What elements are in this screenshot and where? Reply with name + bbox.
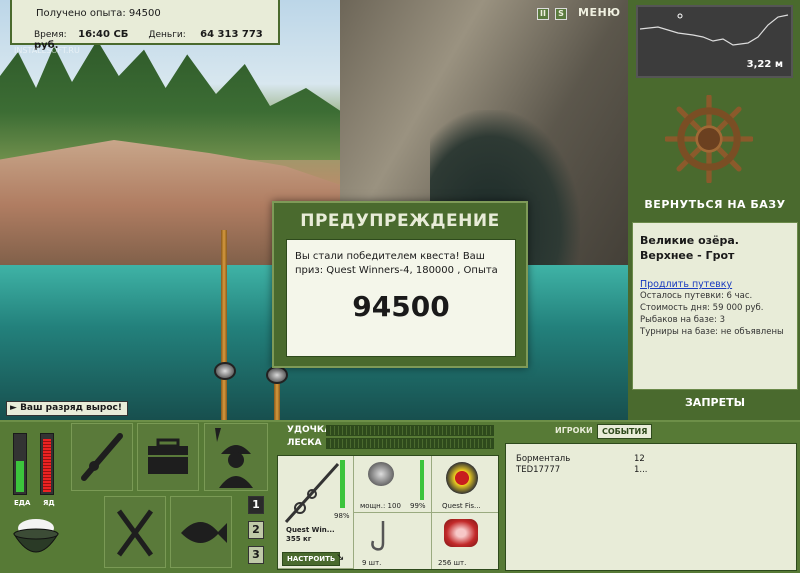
meat-bait-icon bbox=[444, 519, 478, 547]
reel-item-icon bbox=[368, 462, 394, 486]
tackle-box-button[interactable] bbox=[137, 423, 199, 491]
fisherman-icon bbox=[215, 428, 253, 488]
watermark: INSTALLSOFT.RU bbox=[14, 46, 80, 55]
warning-dialog[interactable]: ПРЕДУПРЕЖДЕНИЕ Вы стали победителем квес… bbox=[272, 201, 528, 368]
poison-meter-fill bbox=[43, 438, 51, 492]
bait-slot[interactable]: 256 шт. bbox=[432, 513, 498, 569]
rod-name: Quest Win... bbox=[286, 526, 335, 534]
food-meter-fill bbox=[16, 461, 24, 492]
food-meter bbox=[13, 433, 27, 495]
return-to-base-button[interactable]: ВЕРНУТЬСЯ НА БАЗУ bbox=[630, 198, 800, 211]
food-label: ЕДА bbox=[14, 499, 31, 507]
reel-condition-bar bbox=[420, 460, 424, 500]
location-name: Великие озёра. Верхнее - Грот bbox=[640, 234, 739, 262]
reel-percent: 99% bbox=[410, 502, 426, 510]
line-slot[interactable]: Quest Fis... bbox=[432, 456, 498, 513]
permit-remaining: Осталось путевки: 6 час. bbox=[640, 291, 753, 301]
rod-bar-label: УДОЧКА bbox=[287, 425, 332, 435]
fish-cage-button[interactable] bbox=[170, 496, 232, 568]
reel-icon bbox=[266, 366, 288, 384]
rod-tension-bar bbox=[326, 425, 494, 436]
forest bbox=[0, 40, 360, 160]
list-item[interactable]: Борменталь 12 bbox=[516, 454, 786, 465]
depth-value: 3,22 м bbox=[746, 59, 783, 70]
fish-icon bbox=[181, 522, 227, 543]
event-value: 1... bbox=[634, 465, 648, 475]
ship-wheel-icon[interactable] bbox=[665, 95, 753, 183]
reel-icon bbox=[214, 362, 236, 380]
dialog-message: Вы стали победителем квеста! Ваш приз: Q… bbox=[295, 251, 498, 276]
time-value: 16:40 СБ bbox=[78, 29, 129, 40]
rods-button[interactable] bbox=[71, 423, 133, 491]
line-name: Quest Fis... bbox=[442, 502, 481, 510]
rod-percent: 98% bbox=[334, 512, 350, 520]
money-label: Деньги: bbox=[148, 30, 186, 40]
setup-button[interactable]: НАСТРОИТЬ bbox=[282, 552, 341, 566]
rank-up-text: Ваш разряд вырос! bbox=[20, 403, 122, 413]
bait-count: 256 шт. bbox=[438, 559, 467, 567]
character-button[interactable] bbox=[204, 423, 268, 491]
player-info-bar: Получено опыта: 94500 Время: 16:40 СБ Де… bbox=[10, 0, 280, 51]
rod-icon bbox=[81, 433, 123, 481]
slot-1-button[interactable]: 1 bbox=[248, 496, 264, 514]
fork-knife-icon bbox=[116, 509, 154, 557]
tab-events[interactable]: СОБЫТИЯ bbox=[597, 424, 653, 439]
extend-permit-link[interactable]: Продлить путевку bbox=[640, 279, 790, 290]
rod-slot[interactable]: 98% Quest Win... 355 кг НАСТРОИТЬ ↘ bbox=[278, 456, 354, 569]
events-list: Борменталь 12 TED17777 1... bbox=[505, 443, 797, 571]
rod-rig-icon bbox=[284, 462, 340, 524]
tackle-box-icon bbox=[148, 438, 188, 474]
food-button[interactable] bbox=[104, 496, 166, 568]
list-item[interactable]: TED17777 1... bbox=[516, 465, 786, 476]
depth-map[interactable]: 3,22 м bbox=[636, 5, 793, 78]
dialog-title: ПРЕДУПРЕЖДЕНИЕ bbox=[300, 211, 500, 231]
rod-condition-bar bbox=[340, 460, 345, 508]
rod-weight: 355 кг bbox=[286, 535, 312, 543]
experience-text: Получено опыта: 94500 bbox=[36, 8, 161, 19]
location-info-panel: Великие озёра. Верхнее - Грот Продлить п… bbox=[632, 222, 798, 390]
day-cost: Стоимость дня: 59 000 руб. bbox=[640, 303, 764, 313]
tab-players[interactable]: ИГРОКИ bbox=[555, 426, 593, 435]
sound-button[interactable]: S bbox=[555, 8, 567, 20]
hook-count: 9 шт. bbox=[362, 559, 382, 567]
line-spool-icon bbox=[446, 462, 478, 494]
arrow-right-icon: ► bbox=[10, 403, 17, 413]
arrow-down-right-icon: ↘ bbox=[336, 552, 345, 563]
poison-label: ЯД bbox=[43, 499, 55, 507]
slot-3-button[interactable]: 3 bbox=[248, 546, 264, 564]
dialog-body: Вы стали победителем квеста! Ваш приз: Q… bbox=[286, 239, 516, 357]
event-player-name: TED17777 bbox=[516, 465, 561, 475]
tackle-setup-panel[interactable]: 98% Quest Win... 355 кг НАСТРОИТЬ ↘ мощн… bbox=[277, 455, 499, 570]
slot-2-button[interactable]: 2 bbox=[248, 521, 264, 539]
bobber-marker bbox=[677, 13, 683, 19]
tournaments-info: Турниры на базе: не объявлены bbox=[640, 327, 784, 337]
hook-slot[interactable]: 9 шт. bbox=[354, 513, 432, 569]
reel-power: мощн.: 100 bbox=[360, 502, 401, 510]
dialog-reward-value: 94500 bbox=[352, 290, 450, 323]
time-label: Время: bbox=[34, 30, 67, 40]
anglers-count: Рыбаков на базе: 3 bbox=[640, 315, 725, 325]
bans-button[interactable]: ЗАПРЕТЫ bbox=[630, 396, 800, 409]
event-value: 12 bbox=[634, 454, 645, 464]
fishing-rod-1[interactable] bbox=[221, 230, 227, 420]
poison-meter bbox=[40, 433, 54, 495]
event-player-name: Борменталь bbox=[516, 454, 571, 464]
pause-button[interactable]: II bbox=[537, 8, 549, 20]
line-bar-label: ЛЕСКА bbox=[287, 438, 322, 448]
line-tension-bar bbox=[326, 438, 494, 449]
food-pot-icon[interactable] bbox=[8, 510, 64, 566]
menu-button[interactable]: МЕНЮ bbox=[578, 6, 621, 19]
hook-icon bbox=[371, 521, 385, 551]
reel-slot[interactable]: мощн.: 100 99% bbox=[354, 456, 432, 513]
rank-up-notice[interactable]: ► Ваш разряд вырос! bbox=[6, 401, 128, 416]
